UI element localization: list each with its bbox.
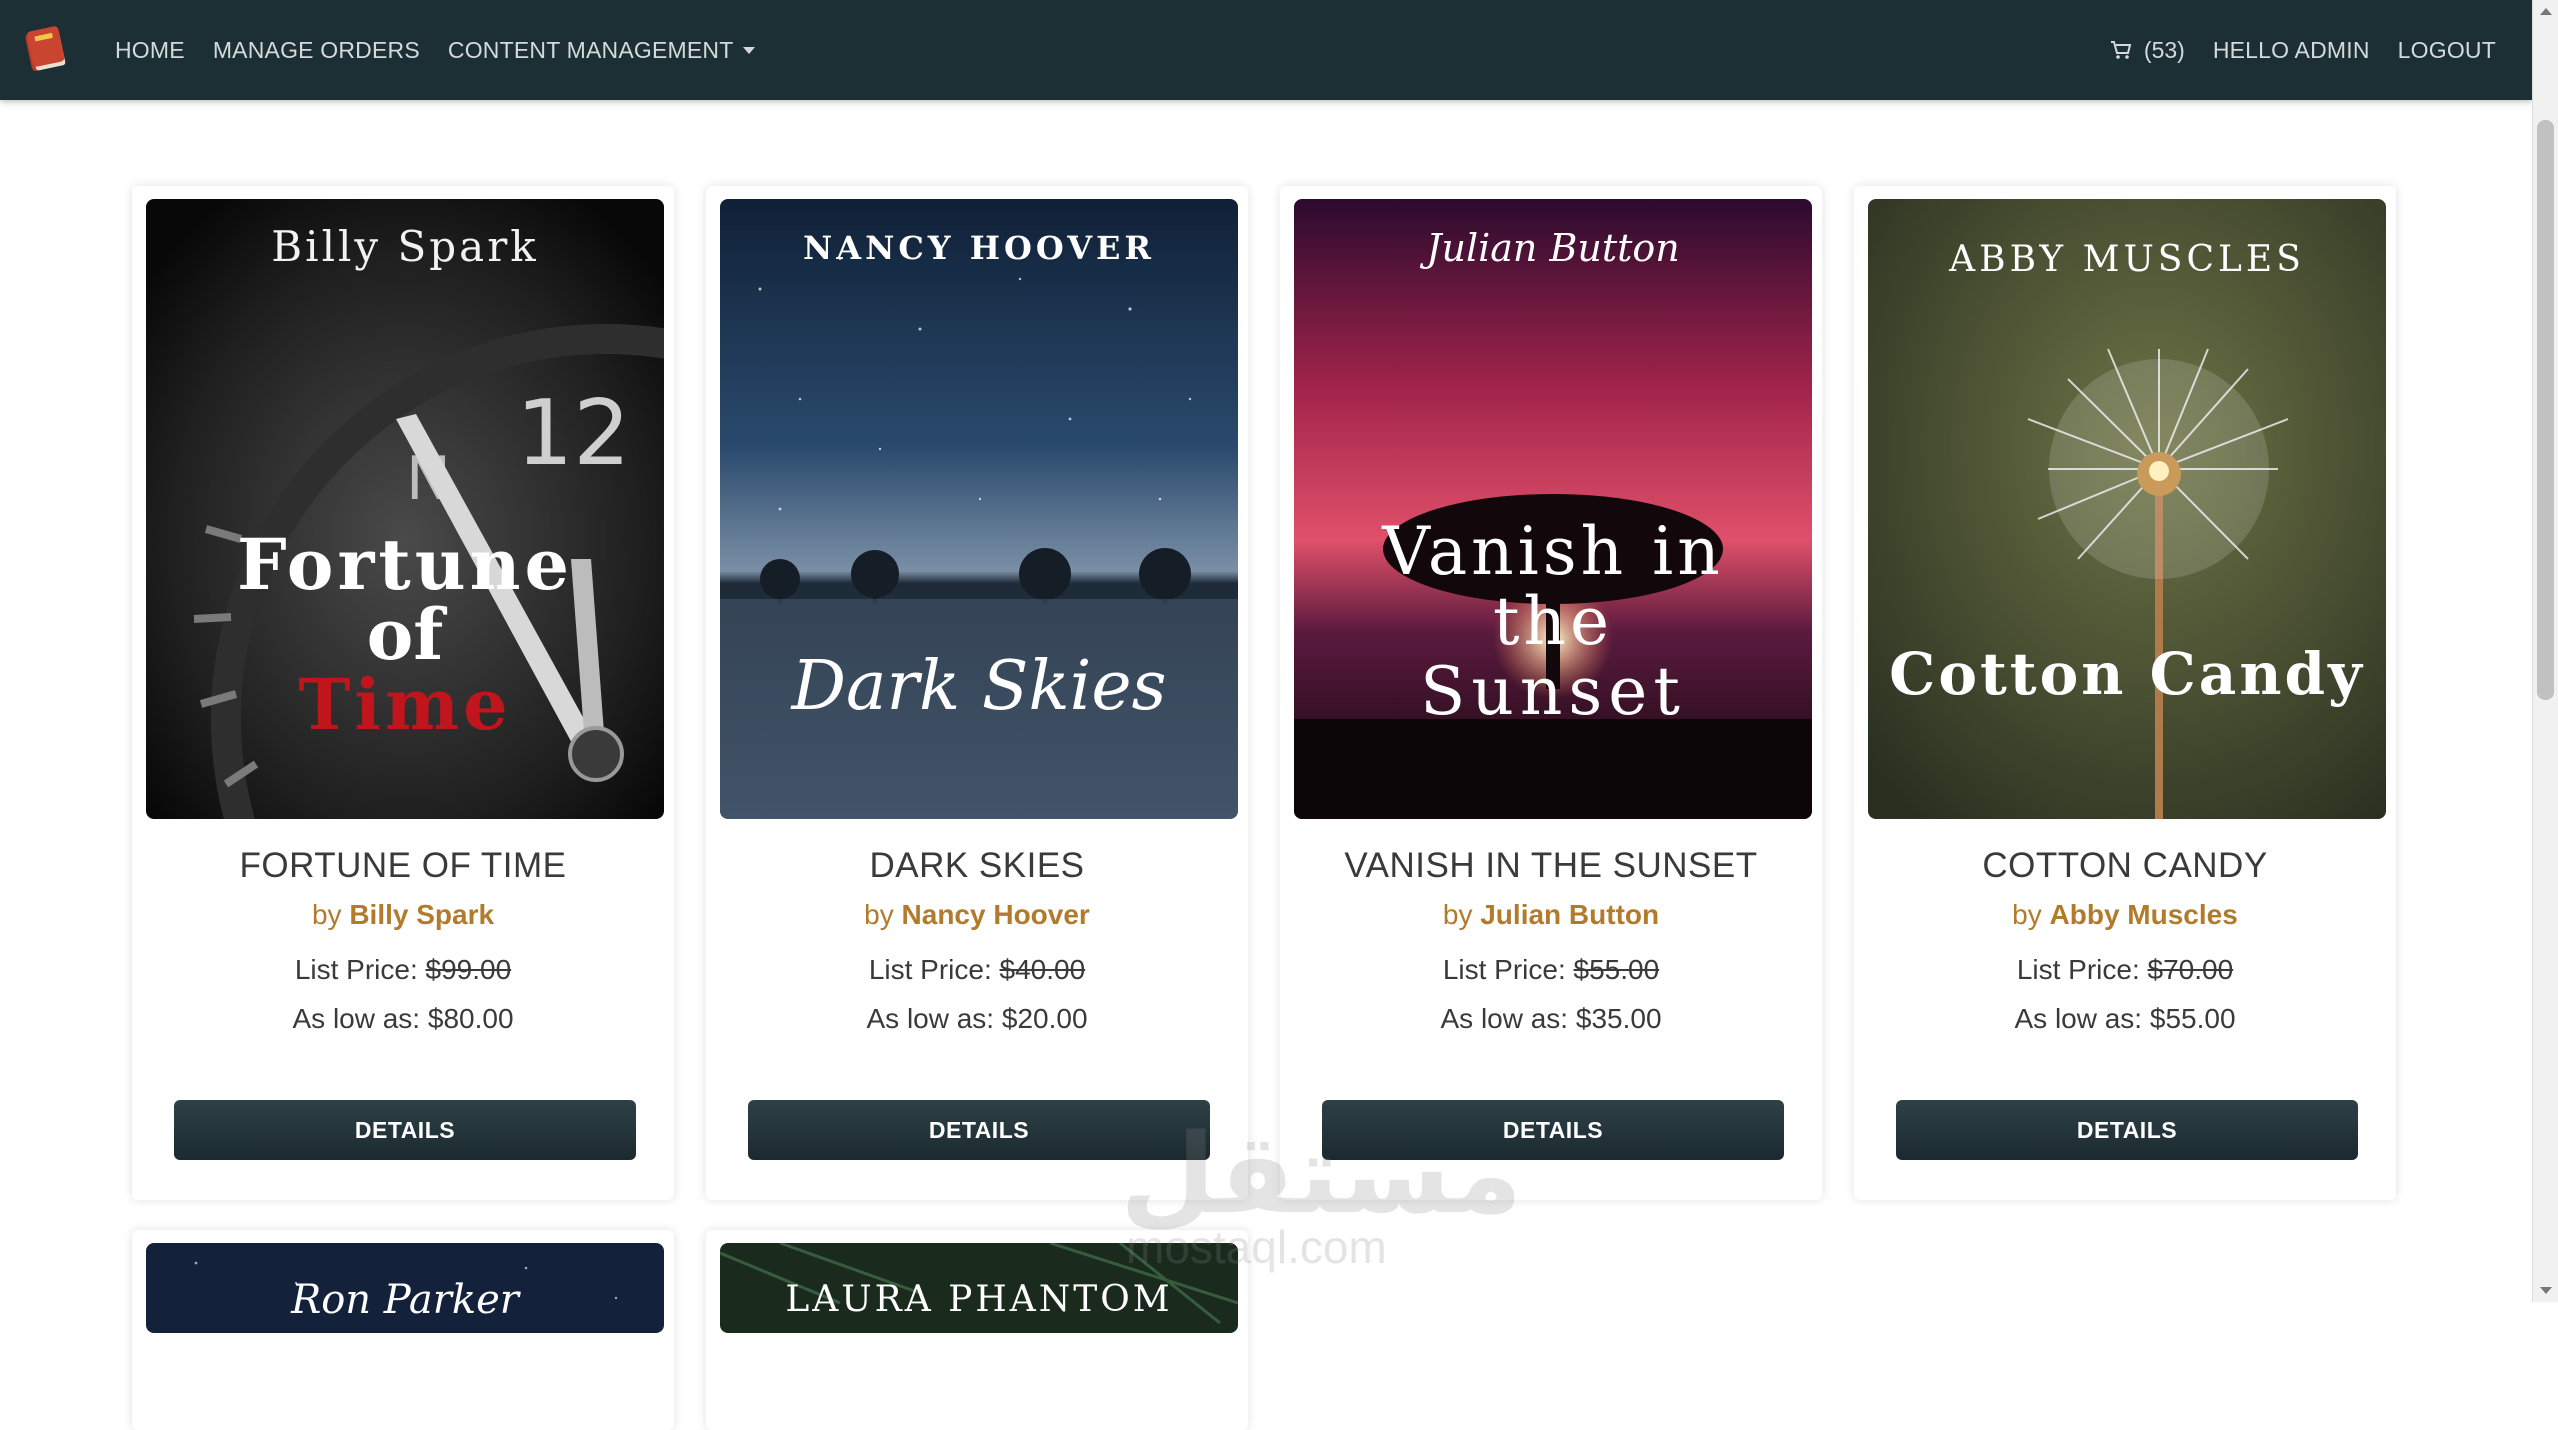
cover-title-line-2: the: [1493, 583, 1613, 660]
author-name: Julian Button: [1480, 899, 1660, 930]
low-price-label: As low as:: [2014, 1003, 2143, 1034]
list-price-line: List Price: $55.00: [1280, 954, 1822, 986]
by-label: by: [2012, 899, 2042, 930]
product-card: Ron Parker: [132, 1230, 674, 1430]
nav-manage-orders-link[interactable]: MANAGE ORDERS: [213, 37, 420, 64]
cover-author-text: Ron Parker: [290, 1277, 522, 1323]
product-card: LAURA PHANTOM: [706, 1230, 1248, 1430]
by-label: by: [1442, 899, 1473, 930]
details-button[interactable]: DETAILS: [1322, 1100, 1784, 1160]
list-price-value: $99.00: [425, 954, 512, 985]
cart-icon: [2110, 41, 2132, 59]
book-logo-icon[interactable]: [20, 20, 76, 76]
low-price-line: As low as: $35.00: [1280, 1003, 1822, 1035]
by-label: by: [864, 899, 894, 930]
list-price-label: List Price:: [2016, 954, 2140, 985]
book-title: DARK SKIES: [869, 846, 1085, 885]
book-cover-image[interactable]: ABBY MUSCLES Cotton Candy: [1868, 199, 2386, 819]
list-price-value: $40.00: [999, 954, 1086, 985]
low-price-line: As low as: $20.00: [706, 1003, 1248, 1035]
low-price-label: As low as:: [292, 1003, 421, 1034]
scroll-up-icon[interactable]: [2540, 8, 2552, 15]
book-title: VANISH IN THE SUNSET: [1344, 846, 1758, 885]
low-price-label: As low as:: [1440, 1003, 1569, 1034]
book-cover-image[interactable]: LAURA PHANTOM: [720, 1243, 1238, 1333]
list-price-label: List Price:: [294, 954, 418, 985]
list-price-line: List Price: $99.00: [132, 954, 674, 986]
book-author-line: by Billy Spark: [132, 899, 674, 931]
list-price-value: $70.00: [2147, 954, 2234, 985]
low-price-value: $35.00: [1575, 1003, 1662, 1034]
svg-text:12: 12: [516, 381, 631, 486]
list-price-line: List Price: $70.00: [1854, 954, 2396, 986]
low-price-value: $55.00: [2149, 1003, 2236, 1034]
product-card: NANCY HOOVER Dark Skies DARK SKIES by Na…: [706, 186, 1248, 1200]
details-button[interactable]: DETAILS: [748, 1100, 1210, 1160]
author-name: Nancy Hoover: [901, 899, 1090, 930]
book-author-line: by Abby Muscles: [1854, 899, 2396, 931]
cover-title-line-3: Time: [298, 663, 511, 746]
scroll-down-icon[interactable]: [2540, 1287, 2552, 1294]
author-name: Billy Spark: [349, 899, 495, 930]
cover-author-text: Julian Button: [1419, 226, 1680, 270]
hello-admin-link[interactable]: HELLO ADMIN: [2213, 37, 2370, 64]
low-price-value: $20.00: [1001, 1003, 1088, 1034]
cover-author-text: Billy Spark: [271, 222, 538, 271]
low-price-label: As low as:: [866, 1003, 995, 1034]
by-label: by: [311, 899, 342, 930]
book-author-line: by Nancy Hoover: [706, 899, 1248, 931]
book-cover-image[interactable]: 12 N Billy Spark Fortune of Time: [146, 199, 664, 819]
nav-home-link[interactable]: HOME: [115, 37, 185, 64]
product-card: Julian Button Vanish in the Sunset VANIS…: [1280, 186, 1822, 1200]
product-card: ABBY MUSCLES Cotton Candy COTTON CANDY b…: [1854, 186, 2396, 1200]
product-card: 12 N Billy Spark Fortune of Time FORTUNE…: [132, 186, 674, 1200]
nav-content-management-dropdown[interactable]: CONTENT MANAGEMENT: [448, 37, 756, 64]
book-title: FORTUNE OF TIME: [239, 846, 567, 885]
chevron-down-icon: [743, 46, 756, 54]
book-cover-image[interactable]: Julian Button Vanish in the Sunset: [1294, 199, 1812, 819]
cover-title-line-1: Cotton Candy: [1889, 640, 2365, 708]
cart-count: (53): [2143, 36, 2185, 63]
cover-author-text: ABBY MUSCLES: [1948, 239, 2305, 280]
cover-title-line-1: Vanish in: [1381, 513, 1724, 590]
scroll-thumb[interactable]: [2537, 120, 2554, 700]
top-navbar: HOME MANAGE ORDERS CONTENT MANAGEMENT (5…: [0, 0, 2532, 100]
list-price-label: List Price:: [868, 954, 992, 985]
list-price-label: List Price:: [1442, 954, 1566, 985]
content-management-label: CONTENT MANAGEMENT: [447, 36, 734, 63]
low-price-line: As low as: $55.00: [1854, 1003, 2396, 1035]
page-scrollbar[interactable]: [2532, 0, 2558, 1302]
details-button[interactable]: DETAILS: [1896, 1100, 2358, 1160]
list-price-line: List Price: $40.00: [706, 954, 1248, 986]
logout-link[interactable]: LOGOUT: [2398, 37, 2496, 64]
low-price-value: $80.00: [427, 1003, 514, 1034]
low-price-line: As low as: $80.00: [132, 1003, 674, 1035]
cart-link[interactable]: (53): [2110, 37, 2185, 64]
book-cover-image[interactable]: Ron Parker: [146, 1243, 664, 1333]
cover-title-line-1: Dark Skies: [789, 647, 1166, 726]
list-price-value: $55.00: [1573, 954, 1660, 985]
book-cover-image[interactable]: NANCY HOOVER Dark Skies: [720, 199, 1238, 819]
details-button[interactable]: DETAILS: [174, 1100, 636, 1160]
book-author-line: by Julian Button: [1280, 899, 1822, 931]
cover-title-line-3: Sunset: [1420, 653, 1686, 730]
book-title: COTTON CANDY: [1982, 846, 2268, 885]
cover-author-text: NANCY HOOVER: [803, 229, 1155, 267]
author-name: Abby Muscles: [2049, 899, 2238, 930]
cover-author-text: LAURA PHANTOM: [785, 1279, 1172, 1320]
